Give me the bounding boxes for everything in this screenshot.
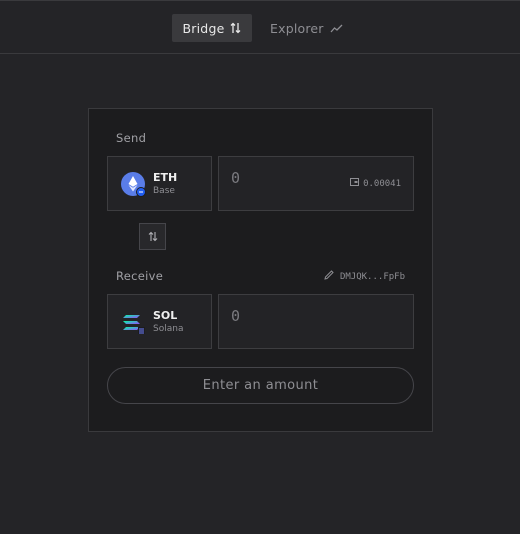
enter-amount-button[interactable]: Enter an amount — [107, 367, 414, 404]
tab-explorer[interactable]: Explorer — [270, 14, 343, 42]
receive-token-selector[interactable]: SOL Solana — [107, 294, 212, 349]
receive-token-symbol: SOL — [153, 309, 178, 322]
ethereum-icon — [120, 171, 146, 197]
swap-direction-button[interactable] — [139, 223, 166, 250]
tab-explorer-label: Explorer — [270, 20, 324, 36]
tab-bridge-label: Bridge — [182, 20, 225, 36]
send-amount-box: 0.00041 — [218, 156, 414, 211]
wallet-icon — [350, 178, 360, 189]
receive-token-chain: Solana — [153, 324, 184, 334]
tab-bridge[interactable]: Bridge — [172, 14, 252, 42]
send-token-selector[interactable]: ETH Base — [107, 156, 212, 211]
top-nav: Bridge Explorer — [0, 0, 520, 54]
bridge-card: Send ETH Base 0.00041 — [88, 108, 433, 432]
send-amount-input[interactable] — [231, 169, 351, 187]
pencil-icon — [324, 270, 334, 283]
send-token-chain: Base — [153, 186, 175, 196]
send-label: Send — [116, 131, 147, 145]
send-balance-value: 0.00041 — [363, 178, 401, 189]
swap-vertical-icon — [230, 22, 241, 34]
trend-line-icon — [330, 24, 343, 33]
receive-label: Receive — [116, 269, 164, 283]
receive-wallet-address-text: DMJQK...FpFb — [339, 271, 405, 282]
receive-wallet-address[interactable]: DMJQK...FpFb — [324, 270, 405, 283]
receive-amount-input[interactable] — [231, 307, 351, 325]
send-balance[interactable]: 0.00041 — [350, 178, 401, 189]
receive-amount-box — [218, 294, 414, 349]
send-token-symbol: ETH — [153, 171, 178, 184]
solana-icon — [120, 309, 146, 335]
swap-vertical-icon — [148, 227, 158, 246]
